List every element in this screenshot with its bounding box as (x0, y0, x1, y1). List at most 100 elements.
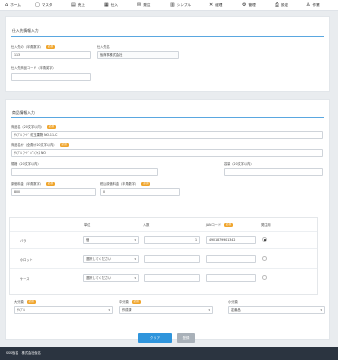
medium-category-select[interactable]: 作成済 ▾ (119, 306, 213, 314)
supplier-item-code-input[interactable] (11, 73, 91, 81)
header-jan: JANコード 必須 (206, 223, 234, 227)
nav-label: 発注 (143, 2, 151, 7)
nav-order[interactable]: ✉ 発注 (137, 0, 170, 11)
supplier-name-field: 仮商事株式会社 (97, 51, 179, 59)
nav-label: 売上 (77, 2, 85, 7)
spec-label: 規格（20文字以内） (11, 162, 41, 166)
footer-text: SSS仮名 株式会社仮名 (6, 351, 41, 355)
header-qty: 入数 (143, 223, 150, 227)
medium-category-label: 中分類 必須 (119, 300, 141, 304)
chevron-down-icon: ▾ (108, 308, 110, 312)
order-radio-bara[interactable] (262, 237, 267, 242)
qty-input-case[interactable] (144, 274, 200, 282)
top-navigation: ⌂ ホーム ▢ マスタ ▤ 売上 ▦ 仕入 ✉ 発注 ▥ シンプル ✕ 経理 ⚙ 管理 ⎙ 設定 … (0, 0, 338, 11)
qty-input-bara[interactable]: 1 (144, 236, 200, 244)
required-badge: 必須 (45, 182, 56, 186)
clear-button[interactable]: クリア (138, 333, 172, 343)
row-divider (10, 248, 317, 249)
gear-icon: ⚙ (242, 1, 247, 8)
required-badge: 必須 (26, 300, 36, 304)
sales-icon: ▤ (71, 1, 76, 8)
nav-work[interactable]: ♙ 作業 (306, 0, 332, 11)
required-badge: 必須 (224, 223, 234, 227)
nav-admin[interactable]: ⚙ 管理 (242, 0, 275, 11)
capacity-input[interactable] (224, 168, 323, 176)
printer-icon: ⎙ (275, 1, 280, 8)
nav-label: 経理 (215, 2, 223, 7)
chevron-down-icon: ▾ (208, 308, 210, 312)
spec-input[interactable] (11, 168, 158, 176)
order-radio-small-lot[interactable] (262, 256, 267, 261)
register-button[interactable]: 登録 (177, 333, 195, 343)
cost-label: 原価料金（半角数字） 必須 (11, 182, 56, 186)
required-badge: 必須 (45, 45, 56, 49)
small-category-select[interactable]: 定番品 ▾ (228, 306, 325, 314)
tools-icon: ✕ (209, 1, 214, 8)
nav-label: 管理 (248, 2, 256, 7)
simple-icon: ▥ (170, 1, 175, 8)
footer-bar: SSS仮名 株式会社仮名 (0, 347, 338, 360)
header-order: 発注用 (261, 223, 271, 227)
chevron-down-icon: ▾ (134, 276, 136, 280)
large-category-label: 大分類 必須 (14, 300, 36, 304)
nav-label: ホーム (10, 2, 21, 7)
tax-cost-label: 税込原価料金（半角数字） 必須 (100, 182, 151, 186)
supplier-code-input[interactable]: 113 (11, 51, 91, 59)
row-divider (10, 231, 317, 232)
supplier-card: 仕入先情報入力 仕入先の（半角数字） 必須 113 仕入先名 仮商事株式会社 仕入… (5, 16, 330, 92)
user-icon: ♙ (306, 1, 311, 8)
nav-settings[interactable]: ⎙ 設定 (275, 0, 306, 11)
master-icon: ▢ (35, 1, 40, 8)
supplier-title-rule (11, 36, 324, 37)
cost-input[interactable]: 800 (11, 188, 96, 196)
tax-cost-input[interactable]: 0 (100, 188, 180, 196)
row-divider (10, 268, 317, 269)
chevron-down-icon: ▾ (320, 308, 322, 312)
required-badge: 必須 (59, 143, 69, 147)
product-title: 商品情報入力 (12, 110, 35, 115)
row-label-small-lot: 小ロット (20, 258, 33, 262)
unit-select-bara[interactable]: 個 ▾ (83, 236, 139, 244)
nav-simple[interactable]: ▥ シンプル (170, 0, 209, 11)
nav-label: 仕入 (110, 2, 118, 7)
product-kana-label: 商品名ｶﾅ（全角ｶﾅ20文字以内） 必須 (11, 143, 69, 147)
product-name-label: 商品名（20文字以内） 必須 (11, 125, 56, 129)
product-title-rule (11, 117, 324, 118)
home-icon: ⌂ (5, 1, 9, 8)
nav-accounting[interactable]: ✕ 経理 (209, 0, 242, 11)
supplier-code-label: 仕入先の（半角数字） 必須 (11, 45, 56, 49)
product-kana-input[interactable]: ｻﾝﾌﾟﾙ ﾌｰﾄﾞ ﾊﾟﾝﾌｧｽ NO (11, 149, 323, 157)
purchase-icon: ▦ (104, 1, 109, 8)
unit-table: 単位 入数 JANコード 必須 発注用 バラ 個 ▾ 1 4901879901342… (9, 217, 318, 295)
supplier-name-label: 仕入先名 (97, 45, 110, 49)
nav-label: 作業 (312, 2, 320, 7)
unit-select-small-lot[interactable]: 選択してください ▾ (83, 255, 139, 263)
jan-input-case[interactable] (206, 274, 256, 282)
nav-label: マスタ (41, 2, 53, 7)
nav-label: 設定 (281, 2, 289, 7)
nav-master[interactable]: ▢ マスタ (35, 0, 71, 11)
nav-sales[interactable]: ▤ 売上 (71, 0, 104, 11)
unit-select-case[interactable]: 選択してください ▾ (83, 274, 139, 282)
required-badge: 必須 (131, 300, 141, 304)
nav-home[interactable]: ⌂ ホーム (5, 0, 35, 11)
row-label-case: ケース (20, 277, 30, 281)
jan-input-bara[interactable]: 4901879901342 (206, 236, 256, 244)
required-badge: 必須 (141, 182, 151, 186)
supplier-item-code-label: 仕入先商品コード（半角英字） (11, 66, 56, 70)
product-name-input[interactable]: ｻﾝﾌﾟﾙ ﾌｰﾄﾞ 紅玉果物 NO.11-C (11, 131, 323, 139)
order-radio-case[interactable] (262, 275, 267, 280)
jan-input-small-lot[interactable] (206, 255, 256, 263)
chevron-down-icon: ▾ (134, 257, 136, 261)
row-label-bara: バラ (20, 239, 27, 243)
capacity-label: 容量（20文字以内） (224, 162, 254, 166)
required-badge: 必須 (46, 125, 56, 129)
qty-input-small-lot[interactable] (144, 255, 200, 263)
header-unit: 単位 (84, 223, 91, 227)
nav-purchase[interactable]: ▦ 仕入 (104, 0, 137, 11)
chevron-down-icon: ▾ (134, 238, 136, 242)
supplier-title: 仕入先情報入力 (12, 28, 39, 33)
large-category-select[interactable]: ｻﾝﾌﾟﾙ ▾ (14, 306, 113, 314)
mail-icon: ✉ (137, 1, 142, 8)
small-category-label: 小分類 (228, 300, 238, 304)
